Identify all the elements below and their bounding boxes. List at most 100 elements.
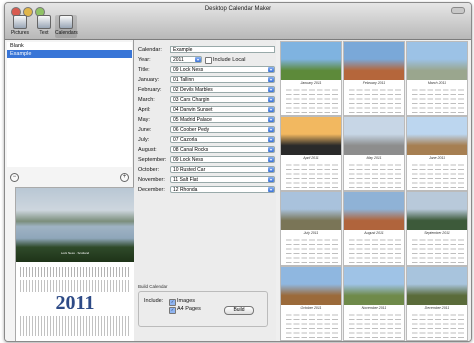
month-value: 01 Tallinn: [173, 77, 195, 83]
preview-caption: Lock Ness · Scotland: [60, 251, 90, 255]
toolbar-pictures-button[interactable]: Pictures: [9, 15, 31, 38]
month-value: 02 Devils Marbles: [173, 87, 213, 93]
calendar-list-item-example[interactable]: Example: [7, 50, 132, 58]
month-thumbnail[interactable]: December 2011: [406, 266, 468, 341]
title-label: Title:: [138, 67, 150, 73]
preview-mini-months: [20, 267, 130, 277]
month-name: December 2011: [424, 306, 450, 310]
month-label: July:: [138, 137, 150, 143]
calendar-name-field[interactable]: Example: [170, 46, 275, 53]
month-day-columns: [347, 161, 401, 188]
month-row: February: 02 Devils Marbles ▾: [134, 86, 276, 95]
month-value: 09 Lock Ness: [173, 157, 204, 163]
month-photo: [407, 42, 467, 80]
toolbar-text-button[interactable]: Text: [33, 15, 55, 38]
toolbar-calendars-button[interactable]: Calendars: [55, 15, 78, 38]
month-day-columns: [347, 236, 401, 263]
a4-pages-checkbox[interactable]: ✓: [169, 307, 176, 314]
month-photo: [407, 117, 467, 155]
month-thumbnail[interactable]: June 2011: [406, 116, 468, 191]
month-day-columns: [410, 86, 464, 113]
month-thumbnail[interactable]: July 2011: [280, 191, 342, 266]
month-day-columns: [284, 311, 338, 338]
month-thumbnail[interactable]: January 2011: [280, 41, 342, 116]
year-value: 2011: [173, 57, 184, 63]
month-label: February:: [138, 87, 162, 93]
month-popup[interactable]: 05 Madrid Palace ▾: [170, 116, 275, 123]
year-popup[interactable]: 2011 ▾: [170, 56, 202, 63]
month-label: March:: [138, 97, 155, 103]
month-value: 12 Rhonda: [173, 187, 198, 193]
month-popup[interactable]: 10 Rusted Car ▾: [170, 166, 275, 173]
calendar-form: Calendar: Example Year: 2011 ▾ Include Lo…: [134, 40, 276, 341]
calendar-list[interactable]: Blank Example: [7, 42, 132, 167]
month-name: September 2011: [424, 231, 450, 235]
month-popup[interactable]: 07 Cazorla ▾: [170, 136, 275, 143]
month-popup[interactable]: 09 Lock Ness ▾: [170, 156, 275, 163]
month-value: 10 Rusted Car: [173, 167, 206, 173]
month-photo: [407, 192, 467, 230]
month-thumbnail[interactable]: October 2011: [280, 266, 342, 341]
month-thumbnail[interactable]: March 2011: [406, 41, 468, 116]
popup-arrow-icon: ▾: [268, 187, 274, 192]
calendar-row: Calendar: Example: [134, 46, 276, 55]
window-title: Desktop Calendar Maker: [204, 6, 272, 12]
month-name: June 2011: [428, 156, 446, 160]
month-day-columns: [284, 86, 338, 113]
include-local-checkbox[interactable]: [205, 57, 212, 64]
add-calendar-button[interactable]: +: [120, 173, 129, 182]
calendar-label: Calendar:: [138, 47, 162, 53]
year-row: Year: 2011 ▾ Include Local: [134, 56, 276, 65]
month-name: March 2011: [427, 81, 447, 85]
month-thumbnail[interactable]: April 2011: [280, 116, 342, 191]
month-thumbnail[interactable]: November 2011: [343, 266, 405, 341]
build-button[interactable]: Build: [224, 306, 254, 315]
month-value: 04 Darwin Sunset: [173, 107, 213, 113]
month-thumbnail[interactable]: May 2011: [343, 116, 405, 191]
month-photo: [407, 267, 467, 305]
remove-calendar-button[interactable]: −: [10, 173, 19, 182]
month-value: 06 Coober Pedy: [173, 127, 210, 133]
month-row: May: 05 Madrid Palace ▾: [134, 116, 276, 125]
popup-arrow-icon: ▾: [268, 147, 274, 152]
month-thumbnail[interactable]: February 2011: [343, 41, 405, 116]
month-popup[interactable]: 03 Cars Chargin ▾: [170, 96, 275, 103]
month-popup[interactable]: 11 Salt Flat ▾: [170, 176, 275, 183]
month-popup[interactable]: 01 Tallinn ▾: [170, 76, 275, 83]
popup-arrow-icon: ▾: [268, 117, 274, 122]
month-value: 08 Canal Rocks: [173, 147, 209, 153]
title-value: 09 Lock Ness: [173, 67, 204, 73]
titlebar: Desktop Calendar Maker Pictures Text Cal…: [5, 3, 471, 40]
month-popup[interactable]: 12 Rhonda ▾: [170, 186, 275, 193]
month-popup[interactable]: 06 Coober Pedy ▾: [170, 126, 275, 133]
month-day-columns: [410, 161, 464, 188]
month-value: 05 Madrid Palace: [173, 117, 212, 123]
title-popup[interactable]: 09 Lock Ness ▾: [170, 66, 275, 73]
month-thumbnail[interactable]: September 2011: [406, 191, 468, 266]
a4-pages-label: A4 Pages: [177, 306, 201, 312]
calendar-grid: January 2011 February 2011 March 2011 April…: [276, 40, 471, 341]
month-row: August: 08 Canal Rocks ▾: [134, 146, 276, 155]
popup-arrow-icon: ▾: [268, 87, 274, 92]
month-photo: [344, 42, 404, 80]
preview-mini-months-2: [20, 280, 130, 292]
calendar-list-item-blank[interactable]: Blank: [7, 42, 132, 50]
title-row: Title: 09 Lock Ness ▾: [134, 66, 276, 75]
month-row: April: 04 Darwin Sunset ▾: [134, 106, 276, 115]
month-value: 03 Cars Chargin: [173, 97, 210, 103]
images-checkbox[interactable]: ✓: [169, 299, 176, 306]
month-day-columns: [347, 311, 401, 338]
month-row: July: 07 Cazorla ▾: [134, 136, 276, 145]
month-day-columns: [284, 161, 338, 188]
month-name: May 2011: [366, 156, 382, 160]
popup-arrow-icon: ▾: [268, 177, 274, 182]
month-photo: [344, 192, 404, 230]
popup-arrow-icon: ▾: [268, 107, 274, 112]
month-popup[interactable]: 04 Darwin Sunset ▾: [170, 106, 275, 113]
month-thumbnail[interactable]: August 2011: [343, 191, 405, 266]
popup-arrow-icon: ▾: [268, 137, 274, 142]
toolbar-toggle-button[interactable]: [451, 7, 465, 14]
month-popup[interactable]: 02 Devils Marbles ▾: [170, 86, 275, 93]
month-label: April:: [138, 107, 151, 113]
month-popup[interactable]: 08 Canal Rocks ▾: [170, 146, 275, 153]
